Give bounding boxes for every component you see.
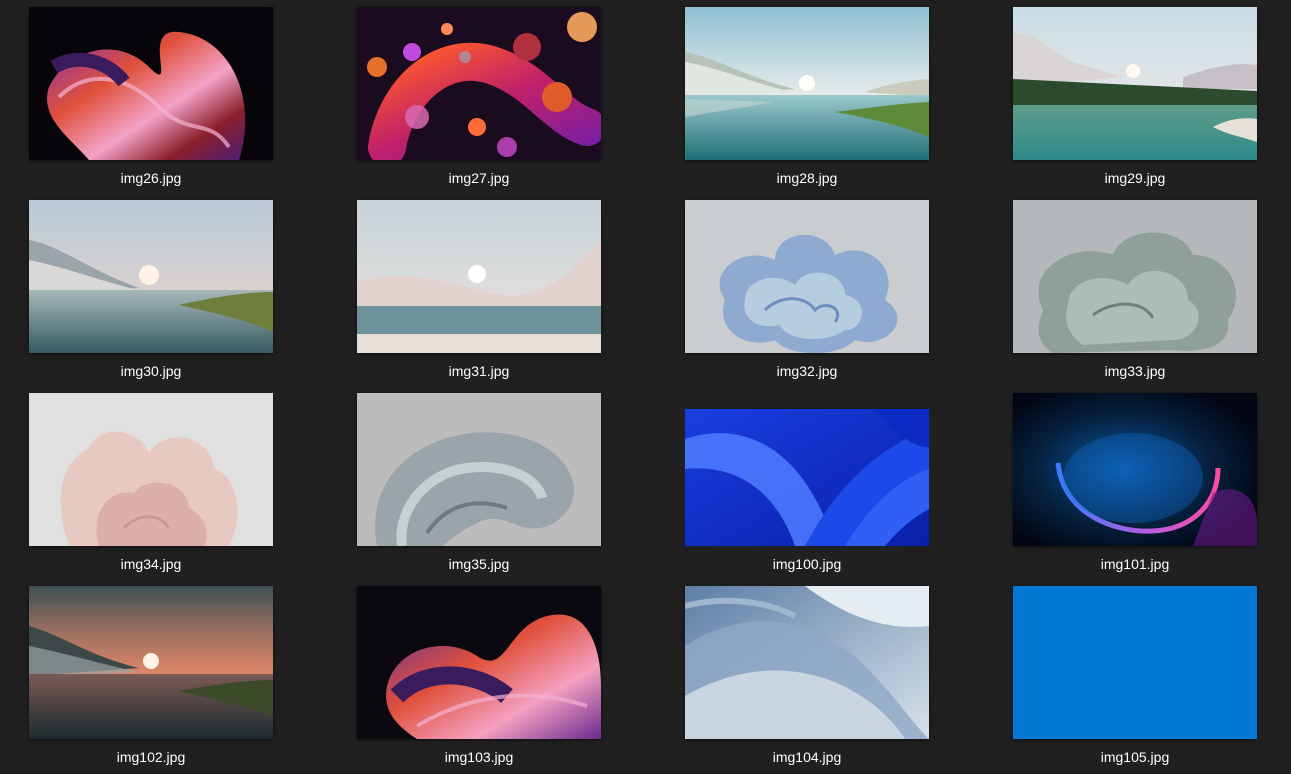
thumbnail (685, 586, 929, 739)
thumbnail-bloom-pink (29, 393, 273, 546)
thumbnail (29, 393, 273, 546)
thumbnail-bubbles (357, 7, 601, 160)
thumbnail (1013, 393, 1257, 546)
thumbnail (357, 586, 601, 739)
file-name: img34.jpg (120, 556, 182, 572)
file-name: img35.jpg (448, 556, 510, 572)
file-tile[interactable]: img31.jpg (357, 200, 601, 379)
file-tile[interactable]: img28.jpg (685, 7, 929, 186)
thumbnail (685, 7, 929, 160)
file-tile[interactable]: img27.jpg (357, 7, 601, 186)
file-name: img27.jpg (448, 170, 510, 186)
file-tile[interactable]: img32.jpg (685, 200, 929, 379)
file-name: img101.jpg (1100, 556, 1170, 572)
thumbnail (29, 7, 273, 160)
file-name: img32.jpg (776, 363, 838, 379)
thumbnail-lake-sunset (29, 586, 273, 739)
file-grid: img26.jpg img27.jpg img28.jpg img29.jpg … (0, 0, 1291, 774)
file-name: img31.jpg (448, 363, 510, 379)
thumbnail-glow-orb (1013, 393, 1257, 546)
file-tile[interactable]: img26.jpg (29, 7, 273, 186)
thumbnail-lake-day (685, 7, 929, 160)
file-name: img26.jpg (120, 170, 182, 186)
file-name: img105.jpg (1100, 749, 1170, 765)
file-tile[interactable]: img105.jpg (1013, 586, 1257, 765)
thumbnail (1013, 586, 1257, 739)
thumbnail (357, 200, 601, 353)
file-name: img100.jpg (772, 556, 842, 572)
file-tile[interactable]: img34.jpg (29, 393, 273, 572)
file-tile[interactable]: img100.jpg (685, 393, 929, 572)
file-tile[interactable]: img35.jpg (357, 393, 601, 572)
thumbnail-ribbon-dark-2 (357, 586, 601, 739)
file-name: img28.jpg (776, 170, 838, 186)
thumbnail-bloom-windows-blue (685, 409, 929, 546)
file-name: img30.jpg (120, 363, 182, 379)
file-name: img104.jpg (772, 749, 842, 765)
file-tile[interactable]: img33.jpg (1013, 200, 1257, 379)
thumbnail-dunes (357, 200, 601, 353)
thumbnail (685, 200, 929, 353)
thumbnail (357, 393, 601, 546)
thumbnail (29, 200, 273, 353)
file-tile[interactable]: img104.jpg (685, 586, 929, 765)
thumbnail-lake-forest (1013, 7, 1257, 160)
thumbnail-lake-dusk (29, 200, 273, 353)
thumbnail (1013, 7, 1257, 160)
thumbnail (357, 7, 601, 160)
file-name: img103.jpg (444, 749, 514, 765)
thumbnail-fold-grey (357, 393, 601, 546)
file-name: img102.jpg (116, 749, 186, 765)
thumbnail-ribbon-dark (29, 7, 273, 160)
file-tile[interactable]: img102.jpg (29, 586, 273, 765)
thumbnail-bloom-blue (685, 200, 929, 353)
file-tile[interactable]: img101.jpg (1013, 393, 1257, 572)
file-name: img33.jpg (1104, 363, 1166, 379)
thumbnail (1013, 200, 1257, 353)
file-tile[interactable]: img30.jpg (29, 200, 273, 379)
thumbnail-bloom-sage (1013, 200, 1257, 353)
thumbnail (685, 393, 929, 546)
thumbnail (29, 586, 273, 739)
file-tile[interactable]: img103.jpg (357, 586, 601, 765)
thumbnail-fold-light-blue (685, 586, 929, 739)
file-name: img29.jpg (1104, 170, 1166, 186)
file-tile[interactable]: img29.jpg (1013, 7, 1257, 186)
thumbnail-solid-blue (1013, 586, 1257, 739)
